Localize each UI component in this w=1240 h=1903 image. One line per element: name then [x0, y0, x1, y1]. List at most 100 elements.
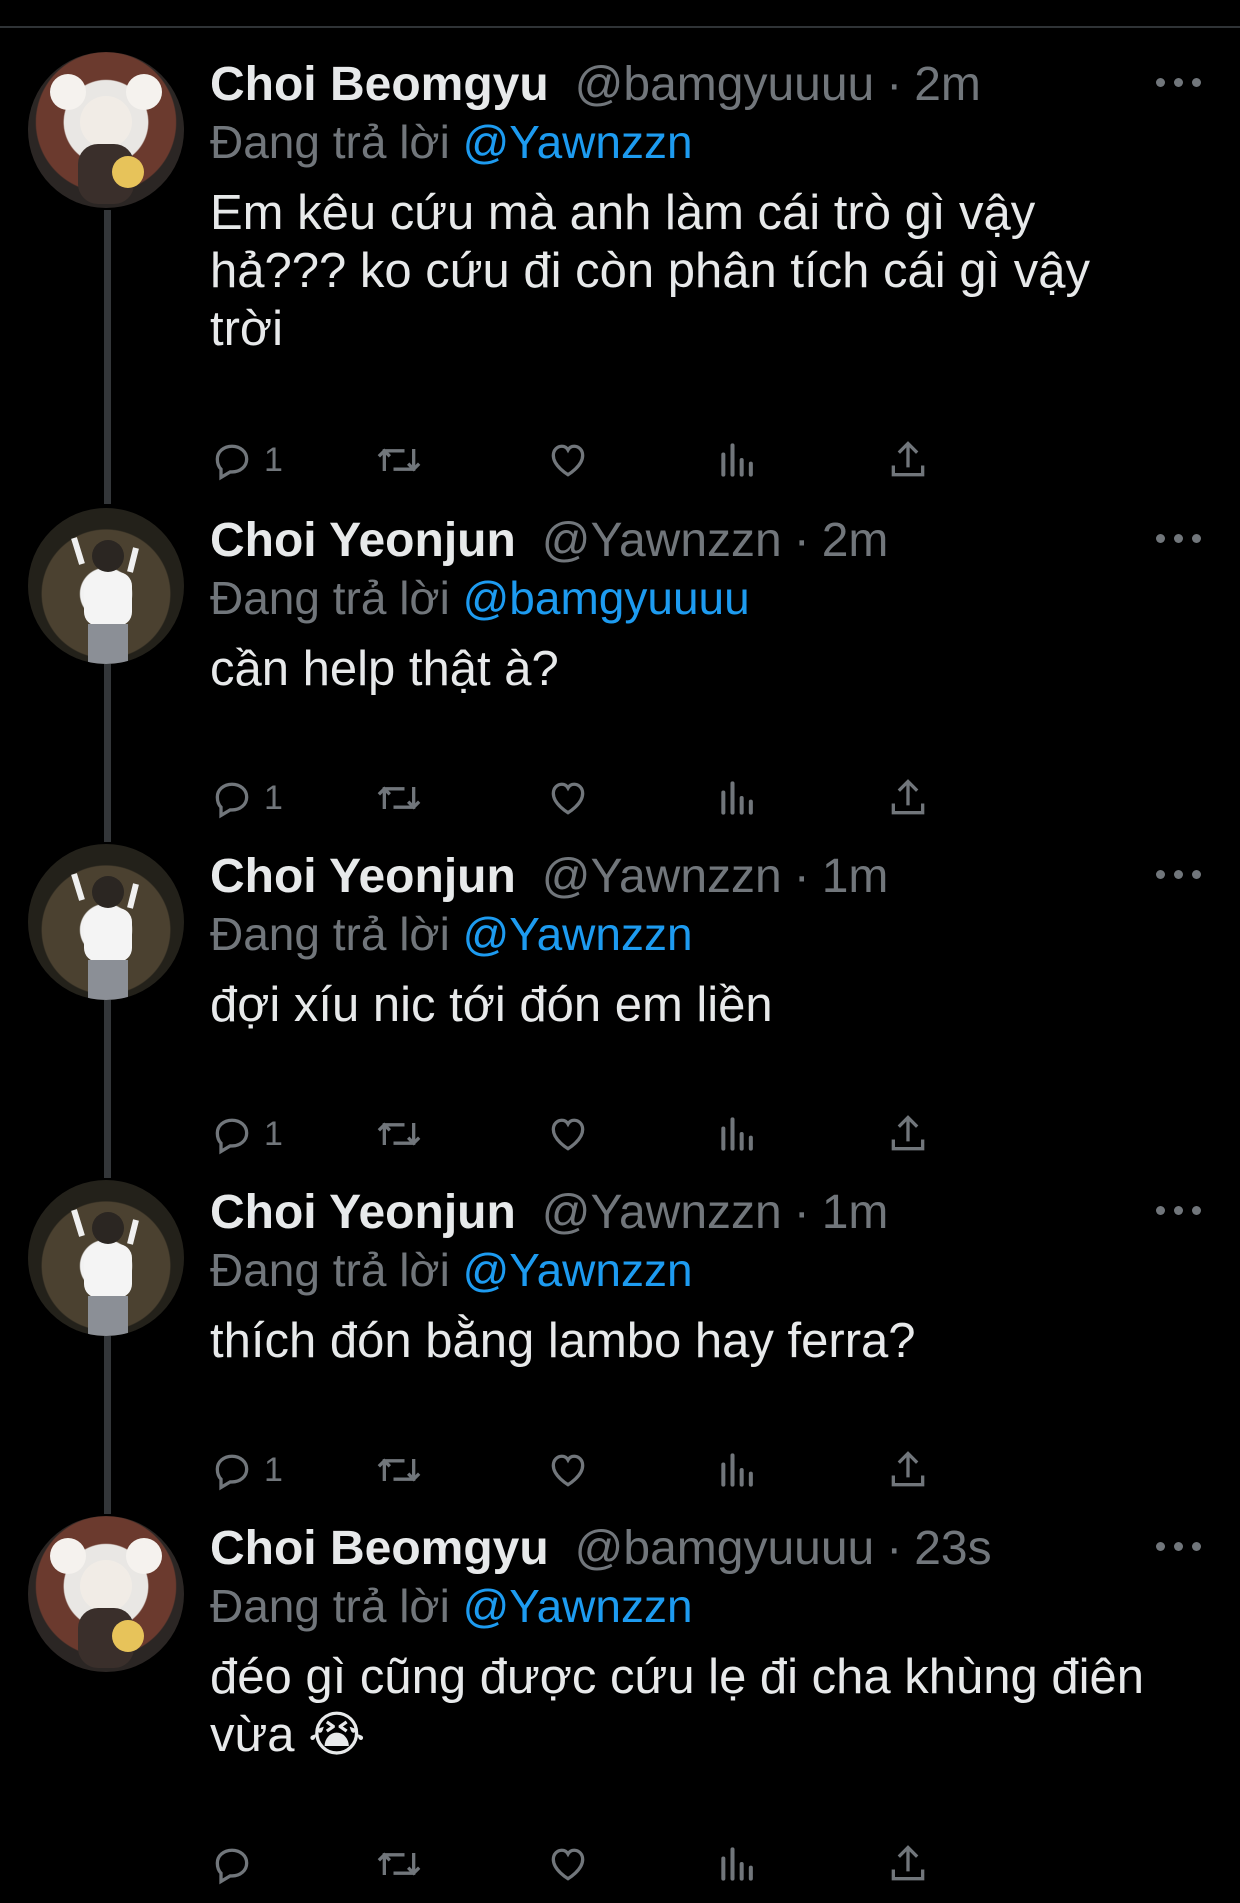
- author-handle[interactable]: @Yawnzzn: [542, 847, 782, 907]
- views-icon: [721, 443, 753, 477]
- reply-icon: [215, 1454, 249, 1491]
- like-button[interactable]: [545, 1440, 591, 1500]
- share-button[interactable]: [886, 430, 930, 490]
- reply-icon: [215, 1118, 249, 1155]
- tweet-text: cần help thật à?: [210, 642, 559, 696]
- tweet-text: đợi xíu nic tới đón em liền: [210, 978, 773, 1032]
- author-handle[interactable]: @Yawnzzn: [542, 1183, 782, 1243]
- reply-count: 1: [264, 1114, 283, 1153]
- timestamp[interactable]: 1m: [822, 847, 889, 907]
- views-icon: [721, 781, 753, 815]
- replying-to-mention[interactable]: @Yawnzzn: [463, 908, 693, 960]
- timestamp[interactable]: 23s: [914, 1519, 991, 1579]
- tweet[interactable]: Choi Beomgyu @bamgyuuuu · 23s Đang trả l…: [0, 1516, 1240, 1896]
- reply-count: 1: [264, 1450, 283, 1489]
- share-button[interactable]: [886, 1834, 930, 1894]
- retweet-button[interactable]: [375, 430, 423, 490]
- author-handle[interactable]: @bamgyuuuu: [575, 55, 875, 115]
- author-name[interactable]: Choi Yeonjun: [210, 847, 516, 907]
- like-button[interactable]: [545, 430, 591, 490]
- author-name[interactable]: Choi Beomgyu: [210, 55, 549, 115]
- retweet-button[interactable]: [375, 1440, 423, 1500]
- reply-button[interactable]: 1: [210, 1440, 283, 1500]
- share-button[interactable]: [886, 768, 930, 828]
- yeonjun-avatar[interactable]: [28, 844, 184, 1000]
- replying-to: Đang trả lời @Yawnzzn: [210, 1242, 1240, 1298]
- reply-button[interactable]: 1: [210, 768, 283, 828]
- views-button[interactable]: [716, 1104, 760, 1164]
- timestamp[interactable]: 2m: [914, 55, 981, 115]
- beomgyu-avatar[interactable]: [28, 1516, 184, 1672]
- yeonjun-avatar[interactable]: [28, 1180, 184, 1336]
- reply-count: 1: [264, 440, 283, 479]
- retweet-button[interactable]: [375, 1104, 423, 1164]
- replying-to: Đang trả lời @Yawnzzn: [210, 906, 1240, 962]
- author-handle[interactable]: @Yawnzzn: [542, 511, 782, 571]
- replying-to-mention[interactable]: @Yawnzzn: [463, 1580, 693, 1632]
- tweet[interactable]: Choi Yeonjun @Yawnzzn · 1m Đang trả lời …: [0, 844, 1240, 1155]
- replying-to: Đang trả lời @Yawnzzn: [210, 1578, 1240, 1634]
- more-icon[interactable]: [1156, 72, 1202, 92]
- action-bar: 1: [210, 1104, 1110, 1164]
- yeonjun-avatar[interactable]: [28, 508, 184, 664]
- more-icon[interactable]: [1156, 1536, 1202, 1556]
- share-button[interactable]: [886, 1104, 930, 1164]
- reply-button[interactable]: 1: [210, 1104, 283, 1164]
- share-icon: [891, 1115, 925, 1151]
- retweet-icon: [377, 786, 421, 810]
- retweet-button[interactable]: [375, 1834, 423, 1894]
- views-button[interactable]: [716, 1440, 760, 1500]
- replying-to-mention[interactable]: @Yawnzzn: [463, 116, 693, 168]
- views-button[interactable]: [716, 1834, 760, 1894]
- timestamp[interactable]: 1m: [822, 1183, 889, 1243]
- author-handle[interactable]: @bamgyuuuu: [575, 1519, 875, 1579]
- reply-button[interactable]: [210, 1834, 264, 1894]
- share-button[interactable]: [886, 1440, 930, 1500]
- heart-icon: [551, 782, 585, 815]
- separator-dot: ·: [793, 1186, 810, 1239]
- replying-to-mention[interactable]: @Yawnzzn: [463, 1244, 693, 1296]
- like-button[interactable]: [545, 1104, 591, 1164]
- share-icon: [891, 1451, 925, 1487]
- heart-icon: [551, 1454, 585, 1487]
- reply-icon: [215, 782, 249, 819]
- like-button[interactable]: [545, 1834, 591, 1894]
- replying-to-mention[interactable]: @bamgyuuuu: [463, 572, 750, 624]
- tweet[interactable]: Choi Yeonjun @Yawnzzn · 2m Đang trả lời …: [0, 508, 1240, 819]
- more-icon[interactable]: [1156, 528, 1202, 548]
- retweet-icon: [377, 448, 421, 472]
- author-name[interactable]: Choi Yeonjun: [210, 1183, 516, 1243]
- retweet-button[interactable]: [375, 768, 423, 828]
- share-icon: [891, 441, 925, 477]
- author-name[interactable]: Choi Yeonjun: [210, 511, 516, 571]
- tweet-text: đéo gì cũng được cứu lẹ đi cha khùng điê…: [210, 1650, 1145, 1762]
- share-icon: [891, 779, 925, 815]
- replying-to: Đang trả lời @Yawnzzn: [210, 114, 1240, 170]
- more-icon[interactable]: [1156, 864, 1202, 884]
- tweet[interactable]: Choi Beomgyu @bamgyuuuu · 2m Đang trả lờ…: [0, 52, 1240, 482]
- replying-to-label: Đang trả lời: [210, 116, 450, 168]
- reply-button[interactable]: 1: [210, 430, 283, 490]
- action-bar: 1: [210, 1440, 1110, 1500]
- separator-dot: ·: [793, 850, 810, 903]
- beomgyu-avatar[interactable]: [28, 52, 184, 208]
- action-bar: 1: [210, 430, 1110, 490]
- retweet-icon: [377, 1458, 421, 1482]
- timestamp[interactable]: 2m: [822, 511, 889, 571]
- views-button[interactable]: [716, 768, 760, 828]
- retweet-icon: [377, 1852, 421, 1876]
- top-divider: [0, 0, 1240, 28]
- replying-to-label: Đang trả lời: [210, 1244, 450, 1296]
- separator-dot: ·: [793, 514, 810, 567]
- replying-to-label: Đang trả lời: [210, 572, 450, 624]
- separator-dot: ·: [886, 58, 903, 111]
- action-bar: [210, 1834, 1110, 1894]
- action-bar: 1: [210, 768, 1110, 828]
- views-button[interactable]: [716, 430, 760, 490]
- more-icon[interactable]: [1156, 1200, 1202, 1220]
- tweet[interactable]: Choi Yeonjun @Yawnzzn · 1m Đang trả lời …: [0, 1180, 1240, 1491]
- reply-icon: [215, 1848, 249, 1885]
- like-button[interactable]: [545, 768, 591, 828]
- author-name[interactable]: Choi Beomgyu: [210, 1519, 549, 1579]
- replying-to-label: Đang trả lời: [210, 908, 450, 960]
